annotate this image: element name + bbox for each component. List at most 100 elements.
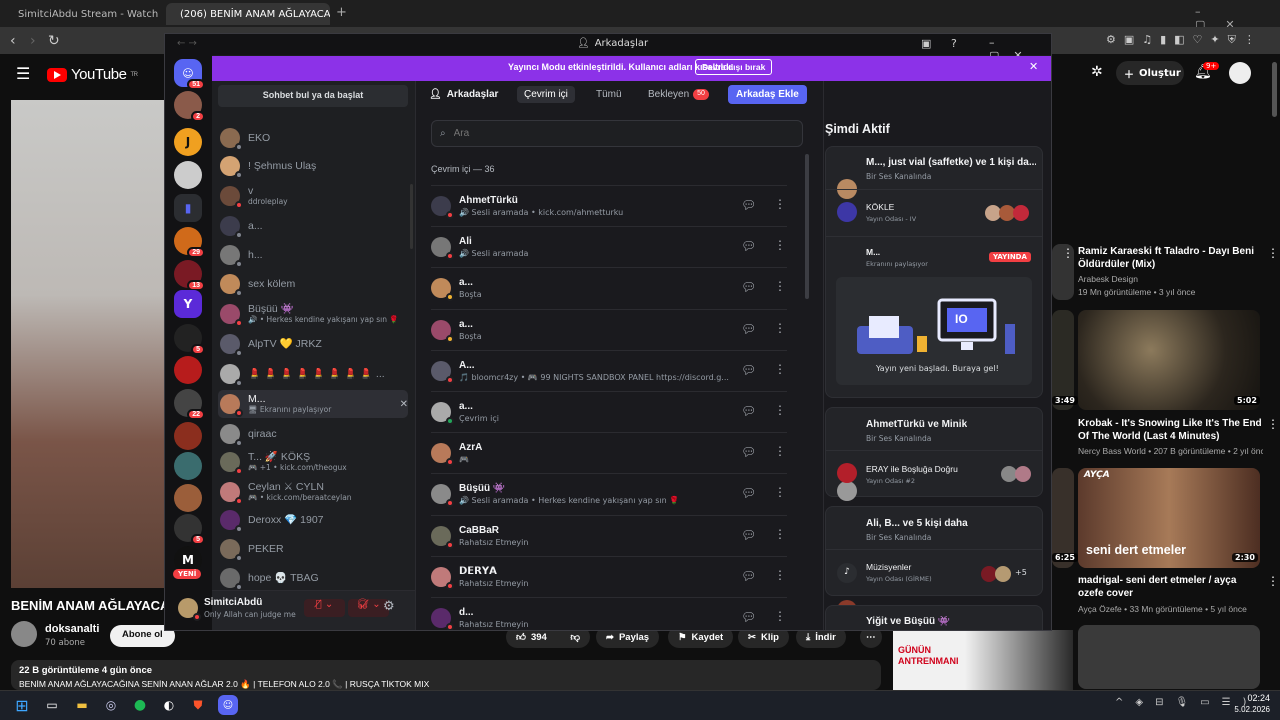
page-scrollbar[interactable] (1272, 62, 1277, 117)
dm-item[interactable]: a... (218, 212, 408, 240)
video-thumbnail[interactable] (1078, 310, 1260, 410)
server-icon[interactable] (174, 356, 202, 384)
message-icon[interactable]: 💬︎ (741, 610, 756, 624)
more-options-icon[interactable]: ⋮ (774, 444, 786, 458)
message-icon[interactable]: 💬︎ (741, 404, 756, 418)
friend-search-input[interactable] (453, 128, 754, 139)
friend-row[interactable]: a... Çevrim içi 💬︎ ⋮ (431, 391, 787, 432)
dm-item[interactable]: v ddroleplay (218, 182, 408, 210)
help-icon[interactable]: ? (951, 37, 957, 50)
reload-icon[interactable]: ↻ (48, 33, 60, 49)
channel-name[interactable]: doksanalti (45, 623, 99, 635)
more-options-icon[interactable]: ⋮ (774, 403, 786, 417)
friend-row[interactable]: d... Rahatsız Etmeyin 💬︎ ⋮ (431, 597, 787, 630)
server-folder-icon[interactable]: ▮ (174, 194, 202, 222)
server-icon[interactable] (174, 161, 202, 189)
more-options-icon[interactable]: ⋮ (774, 362, 786, 376)
more-icon[interactable]: ⋮ (1267, 574, 1279, 588)
friend-row[interactable]: CaBBaR Rahatsız Etmeyin 💬︎ ⋮ (431, 514, 787, 556)
dm-item[interactable]: EKO (218, 124, 408, 152)
friends-scrollbar[interactable] (805, 154, 809, 299)
discord-taskbar-icon[interactable]: ☺ (218, 695, 238, 715)
youtube-logo[interactable]: YouTube TR (47, 66, 138, 83)
more-options-icon[interactable]: ⋮ (774, 568, 786, 582)
server-icon[interactable]: J (174, 128, 202, 156)
account-avatar[interactable] (1229, 62, 1251, 84)
more-icon[interactable]: ⋮ (1267, 417, 1279, 431)
more-options-icon[interactable]: ⋮ (774, 197, 786, 211)
channel-avatar[interactable] (11, 621, 37, 647)
friend-row[interactable]: a... Boşta 💬︎ ⋮ (431, 267, 787, 308)
back-icon[interactable]: ‹ (10, 33, 16, 49)
menu-icon[interactable]: ☰ (16, 64, 30, 83)
recommended-title[interactable]: madrigal- seni dert etmeler / ayça ozefe… (1078, 574, 1263, 600)
more-icon[interactable]: ⋮ (1062, 246, 1074, 260)
friend-row[interactable]: AzrA 🎮 💬︎ ⋮ (431, 432, 787, 473)
user-name[interactable]: SimitciAbdü (204, 597, 262, 608)
titlebar-nav-icon[interactable]: ← → (177, 38, 197, 49)
message-icon[interactable]: 💬︎ (741, 239, 756, 253)
browser-tab-youtube[interactable]: (206) BENİM ANAM AĞLAYACAĞ✕ (166, 3, 330, 25)
dm-item[interactable]: hope 💀 TBAG (218, 564, 408, 592)
cast-icon[interactable]: ✲ (1091, 64, 1103, 80)
server-icon[interactable] (174, 422, 202, 450)
recommended-title[interactable]: Krobak - It's Snowing Like It's The End … (1078, 417, 1263, 443)
disable-streamer-mode-button[interactable]: Devre dışı bırak (695, 59, 773, 75)
video-thumbnail[interactable] (1078, 625, 1260, 689)
spotify-icon[interactable]: ● (130, 695, 150, 715)
dm-item[interactable]: PEKER (218, 535, 408, 563)
friend-row[interactable]: Ali 🔊 Sesli aramada 💬︎ ⋮ (431, 226, 787, 267)
browser-tab-kick[interactable]: SimitciAbdu Stream - Watch Live on (4, 3, 162, 25)
dm-item[interactable]: Deroxx 💎 1907 (218, 506, 408, 534)
dm-item[interactable]: M... 🖥 Ekranını paylaşıyor ✕ (218, 390, 408, 418)
more-options-icon[interactable]: ⋮ (774, 609, 786, 623)
server-icon[interactable]: Y (174, 290, 202, 318)
server-icon[interactable]: 22 (174, 389, 205, 420)
message-icon[interactable]: 💬︎ (741, 280, 756, 294)
mute-mic-icon[interactable]: 🎙̸ ⌄ (304, 599, 345, 617)
recommended-title[interactable]: Ramiz Karaeski ft Taladro - Dayı Beni Öl… (1078, 245, 1263, 271)
more-options-icon[interactable]: ⋮ (774, 485, 786, 499)
recommended-channel[interactable]: Nercy Bass World (1078, 446, 1146, 456)
obs-icon[interactable]: ◐ (159, 695, 179, 715)
server-icon[interactable]: 29 (174, 227, 205, 258)
video-thumbnail[interactable] (1052, 310, 1074, 410)
add-friend-button[interactable]: Arkadaş Ekle (728, 85, 807, 104)
new-tab-button[interactable]: + (336, 5, 347, 20)
windows-start-icon[interactable]: ⊞ (12, 695, 32, 715)
create-button[interactable]: ＋ Oluştur (1116, 61, 1184, 85)
more-options-icon[interactable]: ⋮ (774, 279, 786, 293)
inbox-icon[interactable]: ▣ (921, 37, 931, 50)
settings-gear-icon[interactable]: ⚙ (383, 599, 395, 614)
forward-icon[interactable]: › (30, 33, 36, 49)
friend-search[interactable]: ⌕ (431, 120, 803, 147)
recommended-channel[interactable]: Ayça Özefe (1078, 604, 1122, 614)
server-icon[interactable]: 13 (174, 260, 205, 291)
message-icon[interactable]: 💬︎ (741, 486, 756, 500)
tab-all[interactable]: Tümü (596, 89, 622, 100)
more-options-icon[interactable]: ⋮ (774, 527, 786, 541)
dm-item[interactable]: ! Şehmus Ulaş (218, 152, 408, 180)
message-icon[interactable]: 💬︎ (741, 363, 756, 377)
stream-cta[interactable]: Yayın yeni başladı. Buraya gel! (876, 364, 999, 373)
dm-avatar[interactable]: 2 (174, 91, 205, 122)
dm-item[interactable]: sex kölem (218, 270, 408, 298)
server-icon[interactable] (174, 452, 202, 480)
discord-home-icon[interactable]: ☺ 51 (174, 59, 205, 90)
video-player[interactable] (11, 100, 171, 588)
message-icon[interactable]: 💬︎ (741, 528, 756, 542)
friend-row[interactable]: Büşüü 👾 🔊 Sesli aramada • Herkes kendine … (431, 473, 787, 514)
tab-online[interactable]: Çevrim içi (517, 86, 575, 103)
clock-date[interactable]: 5.02.2026 (1220, 705, 1270, 714)
clock-time[interactable]: 02:24 (1240, 693, 1270, 703)
tab-pending[interactable]: Bekleyen 50 (648, 89, 709, 100)
more-options-icon[interactable]: ⋮ (774, 238, 786, 252)
close-dm-icon[interactable]: ✕ (400, 399, 408, 410)
brave-browser-icon[interactable]: ⛊ (188, 695, 208, 715)
friend-row[interactable]: AhmetTürkü 🔊 Sesli aramada • kick.com/ahm… (431, 185, 787, 226)
steam-icon[interactable]: ◎ (101, 695, 121, 715)
server-icon[interactable] (174, 484, 202, 512)
dm-item[interactable]: 💄 💄 💄 💄 💄 💄 💄 💄 ... (218, 360, 408, 388)
friend-row[interactable]: A... 🎵 bloomcr4zy • 🎮 99 NIGHTS SANDBOX P… (431, 349, 787, 391)
server-icon[interactable]: 5 (174, 324, 205, 355)
